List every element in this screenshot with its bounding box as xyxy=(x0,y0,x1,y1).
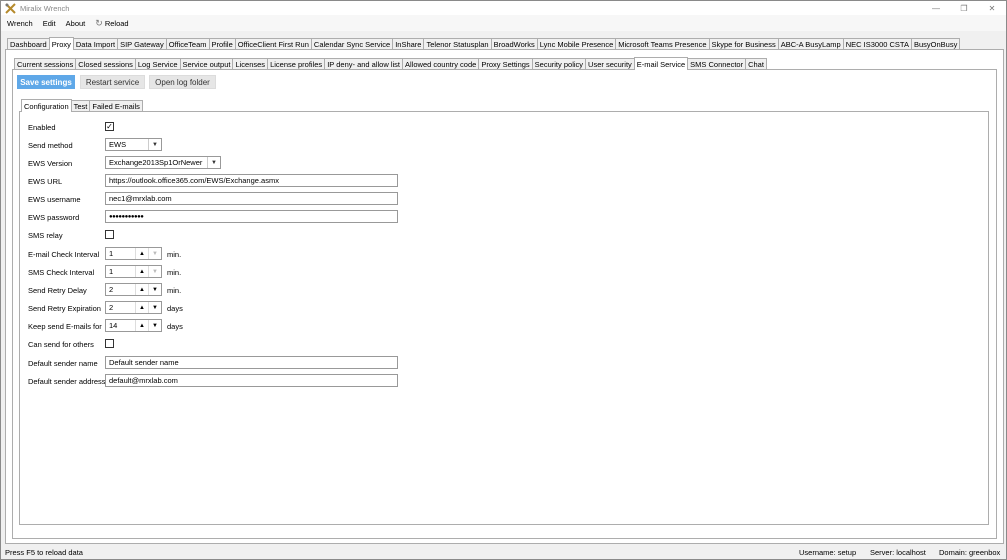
sms-check-interval-value: 1 xyxy=(109,267,114,276)
status-hint: Press F5 to reload data xyxy=(5,548,83,557)
ews-version-select[interactable]: Exchange2013Sp1OrNewer ▼ xyxy=(105,156,221,169)
menu-wrench[interactable]: Wrench xyxy=(3,19,37,28)
decrement-icon[interactable]: ▼ xyxy=(148,266,161,277)
restart-service-button[interactable]: Restart service xyxy=(80,75,145,89)
sms-relay-label: SMS relay xyxy=(28,231,63,240)
increment-icon[interactable]: ▲ xyxy=(135,248,148,259)
increment-icon[interactable]: ▲ xyxy=(135,266,148,277)
decrement-icon[interactable]: ▼ xyxy=(148,302,161,313)
sms-check-interval-stepper[interactable]: 1 ▲ ▼ xyxy=(105,265,162,278)
send-retry-delay-label: Send Retry Delay xyxy=(28,286,87,295)
increment-icon[interactable]: ▲ xyxy=(135,302,148,313)
send-retry-expiration-label: Send Retry Expiration xyxy=(28,304,101,313)
close-icon[interactable]: ✕ xyxy=(978,1,1006,15)
keep-send-emails-label: Keep send E-mails for xyxy=(28,322,102,331)
send-method-value: EWS xyxy=(109,140,127,149)
email-check-interval-stepper[interactable]: 1 ▲ ▼ xyxy=(105,247,162,260)
default-sender-name-label: Default sender name xyxy=(28,359,98,368)
send-retry-delay-stepper[interactable]: 2 ▲ ▼ xyxy=(105,283,162,296)
keep-send-emails-unit: days xyxy=(167,322,183,331)
proxy-tab-e-mail-service[interactable]: E-mail Service xyxy=(633,57,689,70)
increment-icon[interactable]: ▲ xyxy=(135,320,148,331)
send-retry-expiration-value: 2 xyxy=(109,303,114,312)
chevron-down-icon[interactable]: ▼ xyxy=(207,157,220,168)
enabled-checkbox[interactable]: ✓ xyxy=(105,122,114,131)
ews-password-label: EWS password xyxy=(28,213,80,222)
ews-url-label: EWS URL xyxy=(28,177,63,186)
title-bar: Miralix Wrench — ❐ ✕ xyxy=(1,1,1006,15)
reload-icon: ↻ xyxy=(95,17,103,28)
minimize-icon[interactable]: — xyxy=(922,1,950,15)
status-username: Username: setup xyxy=(799,548,857,557)
sms-check-interval-label: SMS Check Interval xyxy=(28,268,95,277)
chevron-down-icon[interactable]: ▼ xyxy=(148,139,161,150)
ews-version-label: EWS Version xyxy=(28,159,73,168)
default-sender-address-label: Default sender address xyxy=(28,377,106,386)
send-retry-expiration-unit: days xyxy=(167,304,183,313)
open-log-folder-button[interactable]: Open log folder xyxy=(149,75,216,89)
decrement-icon[interactable]: ▼ xyxy=(148,284,161,295)
send-method-label: Send method xyxy=(28,141,73,150)
ews-password-input[interactable]: ●●●●●●●●●●● xyxy=(105,210,398,223)
wrench-app-icon xyxy=(5,2,16,14)
email-check-interval-label: E-mail Check Interval xyxy=(28,250,100,259)
can-send-for-others-label: Can send for others xyxy=(28,340,94,349)
ews-url-input[interactable]: https://outlook.office365.com/EWS/Exchan… xyxy=(105,174,398,187)
menu-bar: Wrench Edit About ↻ Reload xyxy=(1,15,1006,31)
default-sender-address-input[interactable]: default@mrxlab.com xyxy=(105,374,398,387)
send-method-select[interactable]: EWS ▼ xyxy=(105,138,162,151)
can-send-for-others-checkbox[interactable] xyxy=(105,339,114,348)
increment-icon[interactable]: ▲ xyxy=(135,284,148,295)
sms-relay-checkbox[interactable] xyxy=(105,230,114,239)
ews-version-value: Exchange2013Sp1OrNewer xyxy=(109,158,203,167)
send-retry-delay-unit: min. xyxy=(167,286,182,295)
menu-edit[interactable]: Edit xyxy=(39,19,60,28)
restore-icon[interactable]: ❐ xyxy=(950,1,978,15)
menu-reload-label: Reload xyxy=(104,18,129,28)
sms-check-interval-unit: min. xyxy=(167,268,182,277)
app-window: Miralix Wrench — ❐ ✕ Wrench Edit About ↻… xyxy=(0,0,1007,560)
ews-username-label: EWS username xyxy=(28,195,81,204)
email-check-interval-value: 1 xyxy=(109,249,114,258)
window-title: Miralix Wrench xyxy=(20,3,70,13)
tab-proxy[interactable]: Proxy xyxy=(48,37,74,50)
status-domain: Domain: greenbox xyxy=(939,548,1001,557)
decrement-icon[interactable]: ▼ xyxy=(148,248,161,259)
enabled-label: Enabled xyxy=(28,123,56,132)
menu-about[interactable]: About xyxy=(62,19,90,28)
email-check-interval-unit: min. xyxy=(167,250,182,259)
status-server: Server: localhost xyxy=(870,548,926,557)
default-sender-name-input[interactable]: Default sender name xyxy=(105,356,398,369)
send-retry-delay-value: 2 xyxy=(109,285,114,294)
status-bar: Press F5 to reload data Username: setup … xyxy=(1,546,1006,559)
save-settings-button[interactable]: Save settings xyxy=(17,75,75,89)
keep-send-emails-value: 14 xyxy=(109,321,118,330)
keep-send-emails-stepper[interactable]: 14 ▲ ▼ xyxy=(105,319,162,332)
ews-username-input[interactable]: nec1@mrxlab.com xyxy=(105,192,398,205)
email-tab-configuration[interactable]: Configuration xyxy=(21,99,72,112)
decrement-icon[interactable]: ▼ xyxy=(148,320,161,331)
menu-reload[interactable]: ↻ Reload xyxy=(91,18,132,29)
send-retry-expiration-stepper[interactable]: 2 ▲ ▼ xyxy=(105,301,162,314)
